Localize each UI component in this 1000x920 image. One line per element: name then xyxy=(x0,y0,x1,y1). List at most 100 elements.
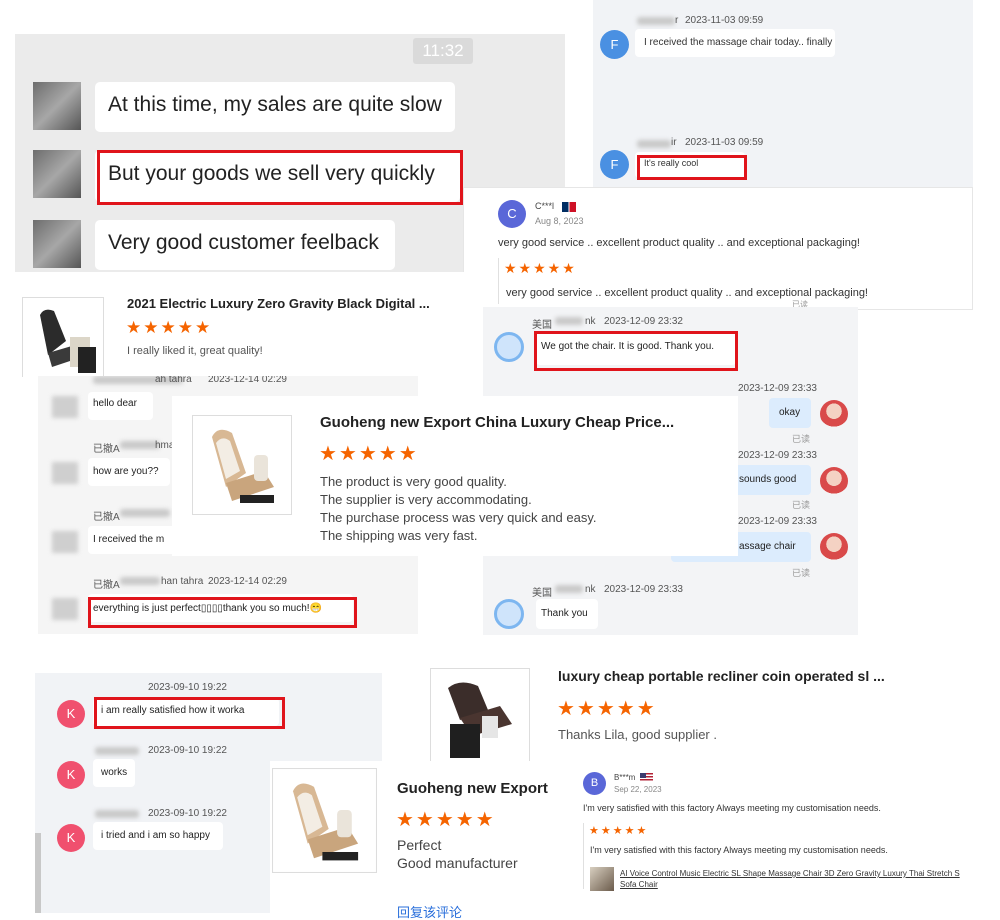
flag-dominican-icon xyxy=(562,202,576,212)
product-link[interactable]: AI Voice Control Music Electric SL Shape… xyxy=(620,869,960,878)
sender-suffix: ah tahra xyxy=(155,376,192,385)
avatar xyxy=(494,599,524,629)
avatar xyxy=(820,533,848,561)
sender-suffix: r xyxy=(675,15,679,26)
message-date: 2023-12-09 23:33 xyxy=(738,383,817,394)
flag-usa-icon xyxy=(640,773,653,782)
chat-message: Thank you xyxy=(541,608,588,619)
read-mark: 已读 xyxy=(792,568,811,578)
reviewer-name: B***m xyxy=(614,773,636,782)
product-name: Guoheng new Export China Luxury Cheap Pr… xyxy=(320,414,675,431)
read-mark: 已读 xyxy=(792,434,811,444)
product-thumbnail xyxy=(430,668,530,767)
highlight-box xyxy=(534,331,738,371)
review-date: Aug 8, 2023 xyxy=(535,216,584,226)
review-date: Sep 22, 2023 xyxy=(614,785,662,794)
review-text-top: very good service .. excellent product q… xyxy=(498,237,860,249)
avatar xyxy=(33,220,81,268)
chat-message: hello dear xyxy=(93,398,137,409)
sender-suffix: nk xyxy=(585,316,596,327)
highlight-box xyxy=(94,697,285,729)
sender-suffix: nk xyxy=(585,584,596,595)
avatar xyxy=(52,531,78,553)
review-line: The purchase process was very quick and … xyxy=(320,510,597,525)
chat-message: Very good customer feelback xyxy=(108,231,379,254)
review-b-panel: B B***m Sep 22, 2023 I'm very satisfied … xyxy=(575,766,995,894)
product-name: luxury cheap portable recliner coin oper… xyxy=(558,668,885,684)
chat-time: 11:32 xyxy=(413,38,473,64)
message-date: 2023-09-10 19:22 xyxy=(148,745,227,756)
highlight-box xyxy=(637,155,747,180)
chat-message: At this time, my sales are quite slow xyxy=(108,93,442,116)
sender-name: 美国 xyxy=(532,320,552,331)
message-date: 2023-12-09 23:33 xyxy=(604,584,683,595)
review-luxury-panel: luxury cheap portable recliner coin oper… xyxy=(428,647,990,767)
review-line: Good manufacturer xyxy=(397,855,518,871)
chat-message: I received the massage chair today.. fin… xyxy=(644,37,833,48)
avatar xyxy=(52,598,78,620)
review-text: I'm very satisfied with this factory Alw… xyxy=(590,845,888,855)
message-date: 2023-11-03 09:59 xyxy=(685,15,764,26)
avatar xyxy=(820,467,848,495)
sender-name: 已撤A xyxy=(93,512,120,523)
review-comment: I really liked it, great quality! xyxy=(127,345,263,357)
star-rating: ★★★★★ xyxy=(557,698,657,720)
sender-suffix: ir xyxy=(671,137,677,148)
star-rating: ★★★★★ xyxy=(319,443,419,465)
avatar xyxy=(494,332,524,362)
avatar xyxy=(33,150,81,198)
star-rating: ★★★★★ xyxy=(396,809,496,831)
product-thumbnail xyxy=(192,415,292,515)
reviewer-name: C***l xyxy=(535,201,555,211)
chat-message: i tried and i am so happy xyxy=(101,830,210,841)
review-guoheng-panel: Guoheng new Export China Luxury Cheap Pr… xyxy=(172,396,738,556)
review-line: The supplier is very accommodating. xyxy=(320,492,532,507)
avatar: K xyxy=(57,700,85,728)
review-2021-panel: 2021 Electric Luxury Zero Gravity Black … xyxy=(5,272,490,377)
chat-message: assage chair xyxy=(739,541,796,552)
chat-message: I received the m xyxy=(93,534,165,545)
read-mark: 已读 xyxy=(792,500,811,510)
avatar: B xyxy=(583,772,606,795)
sender-suffix: han tahra xyxy=(161,576,204,587)
avatar xyxy=(820,400,848,428)
chat-message: sounds good xyxy=(739,474,797,485)
product-thumbnail xyxy=(590,867,614,891)
message-date: 2023-12-09 23:33 xyxy=(738,450,817,461)
review-text: very good service .. excellent product q… xyxy=(506,287,868,299)
message-date: 2023-12-14 02:29 xyxy=(208,576,287,587)
review-line: The shipping was very fast. xyxy=(320,528,478,543)
message-date: 2023-12-09 23:32 xyxy=(604,316,683,327)
avatar: K xyxy=(57,824,85,852)
chat-message: how are you?? xyxy=(93,466,159,477)
star-rating: ★★★★★ xyxy=(504,260,577,276)
sender-name: 美国 xyxy=(532,588,552,599)
review-comment: Thanks Lila, good supplier . xyxy=(558,727,717,742)
star-rating: ★★★★★ xyxy=(589,825,649,837)
product-link[interactable]: Sofa Chair xyxy=(620,880,658,889)
review-line: The product is very good quality. xyxy=(320,474,507,489)
highlight-box xyxy=(97,150,463,205)
message-date: 2023-09-10 19:22 xyxy=(148,808,227,819)
message-date: 2023-09-10 19:22 xyxy=(148,682,227,693)
review-line: Perfect xyxy=(397,837,442,853)
product-thumbnail xyxy=(272,768,377,873)
message-date: 2023-12-09 23:33 xyxy=(738,516,817,527)
avatar: F xyxy=(600,30,629,59)
avatar xyxy=(52,396,78,418)
chat-message: okay xyxy=(779,407,801,418)
avatar: C xyxy=(498,200,526,228)
product-thumbnail xyxy=(22,297,104,377)
avatar xyxy=(33,82,81,130)
scrollbar[interactable] xyxy=(35,833,41,913)
review-guoheng-small-panel: Guoheng new Export ★★★★★ Perfect Good ma… xyxy=(270,761,570,920)
chat-message: works xyxy=(101,767,128,778)
reply-link[interactable]: 回复该评论 xyxy=(397,902,462,920)
sender-name: 已撤A xyxy=(93,444,120,455)
message-date: 2023-12-14 02:29 xyxy=(208,376,287,385)
highlight-box xyxy=(88,597,357,628)
avatar xyxy=(52,462,78,484)
sender-name: 已撤A xyxy=(93,580,120,591)
review-text-top: I'm very satisfied with this factory Alw… xyxy=(583,803,881,813)
review-c-panel: C C***l Aug 8, 2023 very good service ..… xyxy=(463,187,973,310)
